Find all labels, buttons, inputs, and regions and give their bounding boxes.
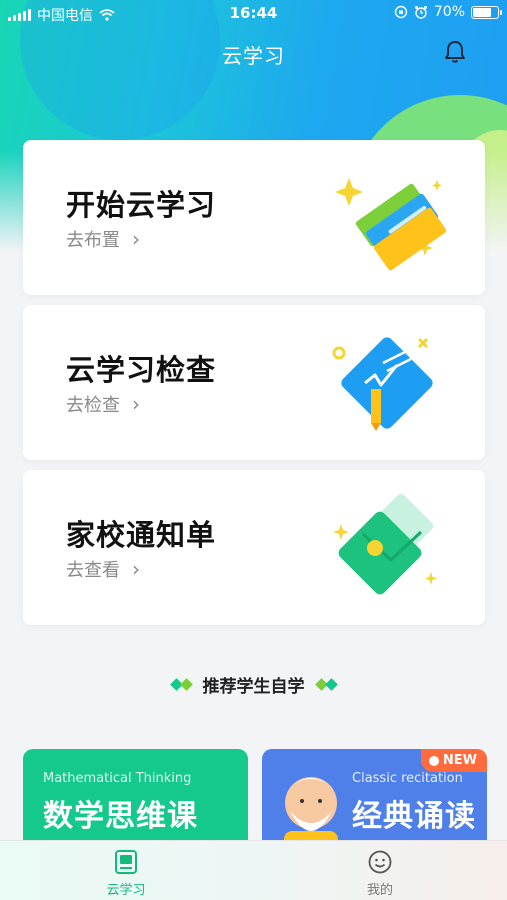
badge-dot-icon [428,755,439,766]
battery-icon [471,5,502,19]
smiley-icon [368,850,392,874]
card-title: 家校通知单 [66,518,217,552]
books-icon [335,178,447,271]
status-bar: 中国电信 16:44 70% [0,0,507,28]
chevron-right-icon: › [132,227,140,251]
card-action-label: 去检查 [66,395,120,416]
recommend-title: 推荐学生自学 [202,677,305,697]
course-english-title: Classic recitation [352,771,463,786]
card-action-label: 去布置 [66,230,120,251]
card-action-label: 去查看 [66,560,120,581]
card-start-cloud-study[interactable]: 开始云学习 去布置 › [23,140,485,295]
card-action[interactable]: 去查看 › [66,556,140,582]
diamond-decoration-icon [169,678,193,691]
new-badge: NEW [420,749,487,772]
recommend-heading: 推荐学生自学 [0,672,507,697]
badge-label: NEW [442,753,477,768]
card-cloud-study-check[interactable]: 云学习检查 去检查 › [23,305,485,460]
check-paper-icon [332,337,433,431]
battery-percent: 70% [433,4,465,20]
chevron-right-icon: › [132,557,140,581]
card-title: 云学习检查 [66,353,217,387]
alarm-icon [414,6,427,19]
card-action[interactable]: 去布置 › [66,226,140,252]
envelope-icon [333,493,437,595]
card-home-school-notice[interactable]: 家校通知单 去查看 › [23,470,485,625]
study-icon [115,850,137,874]
bell-icon[interactable] [441,38,469,66]
lock-rotation-icon [394,5,408,19]
course-title: 经典诵读 [352,799,476,834]
nav-bar: 云学习 [0,28,507,78]
card-title: 开始云学习 [66,188,217,222]
page-title: 云学习 [222,44,285,68]
tab-bar: 云学习 我的 [0,840,507,900]
tab-mine[interactable]: 我的 [320,849,440,898]
tab-cloud-study[interactable]: 云学习 [66,849,186,898]
tab-label: 我的 [366,883,393,898]
chevron-right-icon: › [132,392,140,416]
tab-label: 云学习 [106,883,146,898]
card-action[interactable]: 去检查 › [66,391,140,417]
course-title: 数学思维课 [43,799,198,834]
diamond-decoration-icon [314,678,338,691]
course-english-title: Mathematical Thinking [43,771,192,786]
